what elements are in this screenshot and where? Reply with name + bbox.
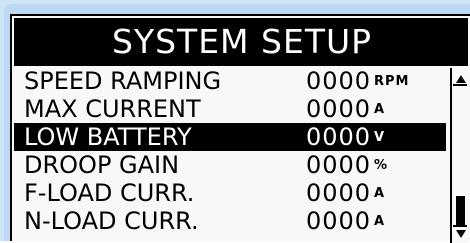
settings-list: SPEED RAMPING 0000 RPM MAX CURRENT 0000 … <box>14 67 446 235</box>
row-value: 0000 <box>306 123 372 151</box>
row-unit: RPM <box>374 74 410 89</box>
row-value: 0000 <box>306 67 372 95</box>
row-unit: A <box>374 102 386 117</box>
menu-row-f-load-curr[interactable]: F-LOAD CURR. 0000 A <box>14 179 446 207</box>
row-value: 0000 <box>306 151 372 179</box>
row-label: SPEED RAMPING <box>24 67 222 95</box>
menu-row-droop-gain[interactable]: DROOP GAIN 0000 % <box>14 151 446 179</box>
menu-row-low-battery[interactable]: LOW BATTERY 0000 V <box>14 123 446 151</box>
row-value: 0000 <box>306 95 372 123</box>
row-unit: % <box>374 158 389 173</box>
scrollbar-thumb[interactable] <box>456 196 465 226</box>
row-label: MAX CURRENT <box>24 95 201 123</box>
row-unit: V <box>374 130 386 145</box>
row-value: 0000 <box>306 179 372 207</box>
row-unit: A <box>374 186 386 201</box>
menu-row-speed-ramping[interactable]: SPEED RAMPING 0000 RPM <box>14 67 446 95</box>
scroll-up-divider <box>453 84 467 87</box>
screen-title: SYSTEM SETUP <box>112 22 373 61</box>
lcd-screen: SYSTEM SETUP SPEED RAMPING 0000 RPM MAX … <box>10 14 470 243</box>
title-bar: SYSTEM SETUP <box>14 18 468 66</box>
row-value: 0000 <box>306 207 372 235</box>
menu-row-max-current[interactable]: MAX CURRENT 0000 A <box>14 95 446 123</box>
menu-row-n-load-curr[interactable]: N-LOAD CURR. 0000 A <box>14 207 446 235</box>
row-label: LOW BATTERY <box>24 123 192 151</box>
row-label: N-LOAD CURR. <box>24 207 199 235</box>
arrow-down-icon[interactable] <box>454 227 468 241</box>
row-label: F-LOAD CURR. <box>24 179 195 207</box>
scrollbar[interactable] <box>450 68 468 243</box>
row-label: DROOP GAIN <box>24 151 180 179</box>
row-unit: A <box>374 214 386 229</box>
